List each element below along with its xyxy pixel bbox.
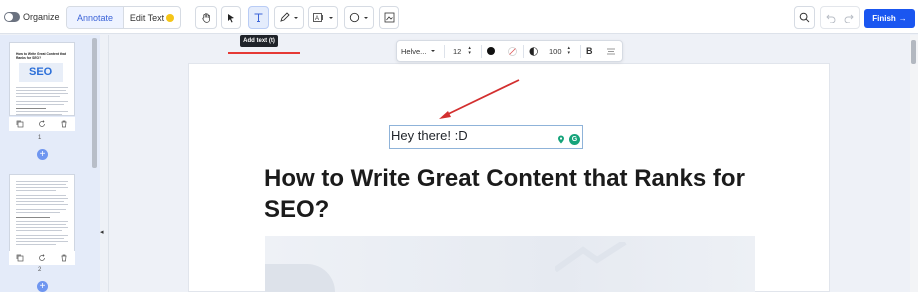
opacity-stepper[interactable]: 100 ▴ ▾ — [549, 41, 579, 61]
no-fill-icon — [508, 46, 517, 56]
annotate-tab[interactable]: Annotate — [67, 7, 124, 28]
stepper-arrows-icon[interactable]: ▴ ▾ — [468, 46, 471, 56]
copy-icon[interactable] — [16, 120, 24, 128]
select-tool-button[interactable] — [221, 6, 241, 29]
collapse-sidebar-icon[interactable]: ◂ — [100, 228, 108, 238]
trash-icon[interactable] — [60, 254, 68, 262]
rotate-icon[interactable] — [38, 120, 46, 128]
undo-redo-group — [820, 6, 860, 29]
pen-tool-dropdown[interactable] — [274, 6, 304, 29]
opacity-icon — [529, 41, 539, 61]
annotation-arrow — [439, 79, 520, 119]
chevron-down-icon — [431, 50, 436, 52]
article-hero-image — [265, 236, 755, 292]
page-2-actions — [9, 251, 75, 265]
stepper-arrows-icon[interactable]: ▴ ▾ — [568, 46, 571, 56]
document-scrollbar-track[interactable] — [910, 35, 918, 292]
text-style-dropdown[interactable]: A — [308, 6, 338, 29]
premium-crown-icon — [166, 13, 175, 22]
chevron-down-icon — [364, 16, 368, 19]
organize-label[interactable]: Organize — [23, 12, 60, 22]
plus-icon: + — [39, 280, 46, 292]
background-color-button[interactable] — [508, 41, 518, 61]
mode-switch: Annotate Edit Text — [66, 6, 181, 29]
chevron-down-icon — [294, 16, 298, 19]
add-page-button[interactable]: + — [37, 149, 48, 160]
grammarly-icon[interactable]: G — [569, 134, 580, 145]
text-color-button[interactable] — [487, 41, 497, 61]
chevron-down-icon — [328, 16, 333, 19]
annotation-underline — [228, 52, 300, 54]
pen-icon — [280, 12, 290, 22]
pointer-icon — [228, 13, 234, 22]
sidebar-scrollbar[interactable] — [92, 38, 97, 168]
image-icon — [384, 12, 394, 23]
sidebar-divider — [108, 35, 109, 292]
thumb-title: How to Write Great Content that Ranks fo… — [16, 52, 66, 60]
edit-text-label: Edit Text — [129, 12, 165, 23]
page-thumbnail-1[interactable]: How to Write Great Content that Ranks fo… — [9, 42, 75, 116]
image-tool-button[interactable] — [379, 6, 399, 29]
thumb-logo: SEO — [29, 66, 53, 78]
document-scrollbar-thumb[interactable] — [911, 40, 916, 64]
add-text-tooltip: Add text (t) — [240, 35, 278, 47]
edit-text-tab[interactable]: Edit Text — [124, 7, 180, 28]
rotate-icon[interactable] — [38, 254, 46, 262]
text-format-toolbar: Helve... 12 ▴ ▾ 100 ▴ ▾ B — [396, 40, 623, 62]
shape-circle-icon — [349, 12, 360, 23]
font-size-stepper[interactable]: 12 ▴ ▾ — [453, 41, 479, 61]
top-toolbar: Organize Annotate Edit Text A Finish → — [0, 0, 918, 34]
color-swatch-icon — [487, 47, 495, 55]
page-number-1: 1 — [38, 135, 42, 141]
search-icon — [799, 12, 810, 23]
organize-toggle[interactable] — [4, 12, 20, 22]
page-number-2: 2 — [38, 267, 42, 273]
align-left-icon — [607, 48, 615, 54]
add-page-button[interactable]: + — [37, 281, 48, 292]
arrow-right-icon: → — [898, 14, 907, 23]
align-button[interactable] — [607, 41, 617, 61]
plus-icon: + — [39, 148, 46, 160]
font-size-value: 12 — [453, 46, 462, 56]
text-tool-icon — [254, 13, 263, 22]
page-thumbnail-2[interactable] — [9, 174, 75, 252]
search-button[interactable] — [794, 6, 815, 29]
text-box-content[interactable]: Hey there! :D — [391, 128, 468, 143]
finish-label: Finish — [872, 14, 896, 23]
trash-icon[interactable] — [60, 120, 68, 128]
bold-button[interactable]: B — [586, 41, 596, 61]
undo-icon[interactable] — [826, 13, 836, 23]
font-family-select[interactable]: Helve... — [401, 41, 439, 61]
finish-button[interactable]: Finish → — [864, 9, 915, 28]
article-heading: How to Write Great Content that Ranks fo… — [264, 165, 745, 223]
new-text-box[interactable]: Hey there! :D — [389, 125, 583, 149]
redo-icon[interactable] — [844, 13, 854, 23]
thumb-image: SEO — [19, 63, 63, 82]
shape-tool-dropdown[interactable] — [344, 6, 374, 29]
hand-icon — [201, 13, 210, 23]
location-pin-icon[interactable] — [557, 135, 565, 144]
font-family-value: Helve... — [401, 46, 427, 56]
opacity-value: 100 — [549, 46, 562, 56]
svg-text:A: A — [315, 16, 319, 22]
text-style-icon: A — [312, 13, 323, 22]
page-1-actions — [9, 117, 75, 131]
hand-tool-button[interactable] — [195, 6, 217, 29]
copy-icon[interactable] — [16, 254, 24, 262]
add-text-tool-button[interactable] — [248, 6, 269, 29]
trend-graphic-icon — [555, 242, 627, 272]
